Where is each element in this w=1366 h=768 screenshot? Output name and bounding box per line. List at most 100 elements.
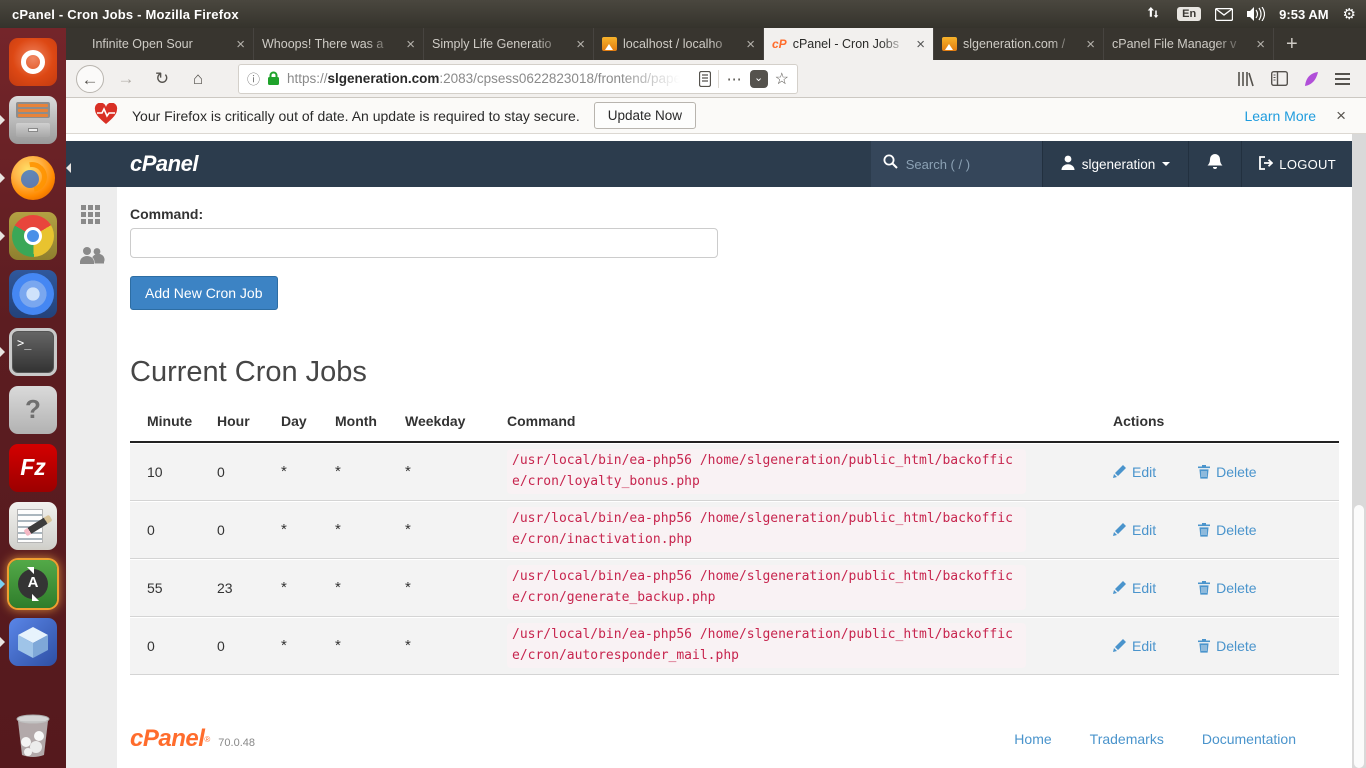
terminal-icon[interactable]: >_ bbox=[9, 328, 57, 376]
keyboard-layout-indicator[interactable]: En bbox=[1177, 7, 1201, 21]
reader-mode-icon[interactable] bbox=[699, 71, 711, 87]
footer-link-trademarks[interactable]: Trademarks bbox=[1090, 731, 1164, 747]
filezilla-icon[interactable]: Fz bbox=[9, 444, 57, 492]
tab-title: cPanel - Cron Jobs bbox=[793, 37, 911, 51]
learn-more-link[interactable]: Learn More bbox=[1244, 108, 1316, 124]
chromium-disc bbox=[12, 273, 54, 315]
tab-close-icon[interactable]: × bbox=[916, 36, 925, 53]
chevron-down-icon bbox=[1162, 162, 1170, 170]
user-menu[interactable]: slgeneration bbox=[1043, 141, 1190, 187]
tab-close-icon[interactable]: × bbox=[1086, 36, 1095, 53]
tab-close-icon[interactable]: × bbox=[1256, 36, 1265, 53]
table-row: 55 23 * * * /usr/local/bin/ea-php56 /hom… bbox=[130, 559, 1339, 617]
registered-mark: ® bbox=[204, 735, 210, 744]
delete-link[interactable]: Delete bbox=[1198, 638, 1256, 654]
tab-title: localhost / localho bbox=[623, 37, 740, 51]
unknown-app-icon[interactable]: ? bbox=[9, 386, 57, 434]
bookmark-star-icon[interactable]: ☆ bbox=[775, 69, 789, 89]
network-arrows-icon[interactable] bbox=[1147, 7, 1163, 21]
chrome-icon[interactable] bbox=[9, 212, 57, 260]
cell-weekday: * bbox=[405, 637, 507, 654]
file-manager-icon[interactable] bbox=[9, 96, 57, 144]
users-group-icon[interactable] bbox=[78, 246, 117, 271]
url-bar[interactable]: ⓘ https://slgeneration.com:2083/cpsess06… bbox=[238, 64, 798, 94]
cell-command: /usr/local/bin/ea-php56 /home/slgenerati… bbox=[507, 507, 1026, 551]
sidebars-icon[interactable] bbox=[1271, 71, 1288, 86]
forward-button[interactable]: → bbox=[112, 65, 140, 93]
cell-minute: 55 bbox=[147, 580, 217, 596]
edit-link[interactable]: Edit bbox=[1113, 580, 1156, 596]
tab-infinite-open-source[interactable]: Infinite Open Sour × bbox=[84, 28, 254, 60]
logout-button[interactable]: LOGOUT bbox=[1242, 141, 1352, 187]
delete-link[interactable]: Delete bbox=[1198, 580, 1256, 596]
tab-title: Infinite Open Sour bbox=[92, 37, 230, 51]
trash-icon[interactable] bbox=[9, 712, 57, 760]
new-tab-button[interactable]: + bbox=[1274, 28, 1310, 60]
text-editor-icon[interactable] bbox=[9, 502, 57, 550]
clock[interactable]: 9:53 AM bbox=[1279, 7, 1328, 22]
tab-close-icon[interactable]: × bbox=[406, 36, 415, 53]
footer-link-documentation[interactable]: Documentation bbox=[1202, 731, 1296, 747]
firefox-icon[interactable] bbox=[9, 154, 57, 202]
cell-hour: 23 bbox=[217, 580, 281, 596]
https-lock-icon bbox=[267, 71, 280, 86]
system-tray: En 9:53 AM ⚙ bbox=[1147, 5, 1366, 23]
back-button[interactable]: ← bbox=[76, 65, 104, 93]
site-info-icon[interactable]: ⓘ bbox=[247, 69, 260, 88]
tools-grid-icon[interactable] bbox=[81, 205, 102, 224]
chromium-icon[interactable] bbox=[9, 270, 57, 318]
scrollbar-thumb[interactable] bbox=[1354, 505, 1364, 768]
session-gear-icon[interactable]: ⚙ bbox=[1343, 5, 1356, 23]
username: slgeneration bbox=[1082, 157, 1156, 172]
anki-icon[interactable]: A bbox=[9, 560, 57, 608]
cron-jobs-main: Command: Add New Cron Job Current Cron J… bbox=[117, 187, 1352, 768]
tab-cpanel-cron-jobs-active[interactable]: cP cPanel - Cron Jobs × bbox=[764, 28, 934, 60]
edit-link[interactable]: Edit bbox=[1113, 638, 1156, 654]
home-button[interactable]: ⌂ bbox=[184, 65, 212, 93]
col-day: Day bbox=[281, 413, 335, 429]
tab-whoops-error[interactable]: Whoops! There was a × bbox=[254, 28, 424, 60]
add-new-cron-job-button[interactable]: Add New Cron Job bbox=[130, 276, 278, 310]
tab-slgeneration-phpmyadmin[interactable]: slgeneration.com / × bbox=[934, 28, 1104, 60]
tab-close-icon[interactable]: × bbox=[236, 36, 245, 53]
tab-title: slgeneration.com / bbox=[963, 37, 1080, 51]
cell-month: * bbox=[335, 579, 405, 596]
delete-link[interactable]: Delete bbox=[1198, 464, 1256, 480]
footer-link-home[interactable]: Home bbox=[1014, 731, 1051, 747]
reload-button[interactable]: ↻ bbox=[148, 65, 176, 93]
terminal-prompt-glyph: >_ bbox=[17, 336, 31, 350]
search-input[interactable] bbox=[906, 157, 1016, 172]
update-now-button[interactable]: Update Now bbox=[594, 102, 696, 129]
delete-link[interactable]: Delete bbox=[1198, 522, 1256, 538]
col-hour: Hour bbox=[217, 413, 281, 429]
cell-minute: 0 bbox=[147, 638, 217, 654]
mail-icon[interactable] bbox=[1215, 8, 1233, 21]
edit-link[interactable]: Edit bbox=[1113, 464, 1156, 480]
logout-icon bbox=[1258, 156, 1273, 173]
tab-close-icon[interactable]: × bbox=[576, 36, 585, 53]
notification-close-icon[interactable]: × bbox=[1330, 106, 1352, 126]
cell-day: * bbox=[281, 521, 335, 538]
menu-hamburger-icon[interactable] bbox=[1335, 73, 1350, 85]
tab-localhost-phpmyadmin[interactable]: localhost / localho × bbox=[594, 28, 764, 60]
tab-close-icon[interactable]: × bbox=[746, 36, 755, 53]
notifications-bell[interactable] bbox=[1189, 141, 1242, 187]
command-input[interactable] bbox=[130, 228, 718, 258]
firefox-nav-toolbar: ← → ↻ ⌂ ⓘ https://slgeneration.com:2083/… bbox=[0, 60, 1366, 98]
library-icon[interactable] bbox=[1237, 71, 1255, 87]
edit-link[interactable]: Edit bbox=[1113, 522, 1156, 538]
screenshot-quill-icon[interactable] bbox=[1304, 71, 1319, 87]
page-scrollbar[interactable] bbox=[1352, 134, 1366, 768]
tab-simply-life-generation[interactable]: Simply Life Generatio × bbox=[424, 28, 594, 60]
page-actions-icon[interactable]: ⋯ bbox=[718, 70, 743, 88]
virtualbox-icon[interactable] bbox=[9, 618, 57, 666]
volume-icon[interactable] bbox=[1247, 7, 1265, 21]
ubuntu-dash-icon[interactable] bbox=[9, 38, 57, 86]
tab-cpanel-file-manager[interactable]: cPanel File Manager v × bbox=[1104, 28, 1274, 60]
phpmyadmin-favicon bbox=[602, 37, 617, 51]
user-icon bbox=[1061, 155, 1075, 173]
cpanel-footer-logo: cPanel bbox=[130, 725, 204, 753]
pocket-save-icon[interactable]: ⌄ bbox=[750, 70, 768, 88]
header-search[interactable] bbox=[871, 141, 1043, 187]
cell-command: /usr/local/bin/ea-php56 /home/slgenerati… bbox=[507, 449, 1026, 493]
